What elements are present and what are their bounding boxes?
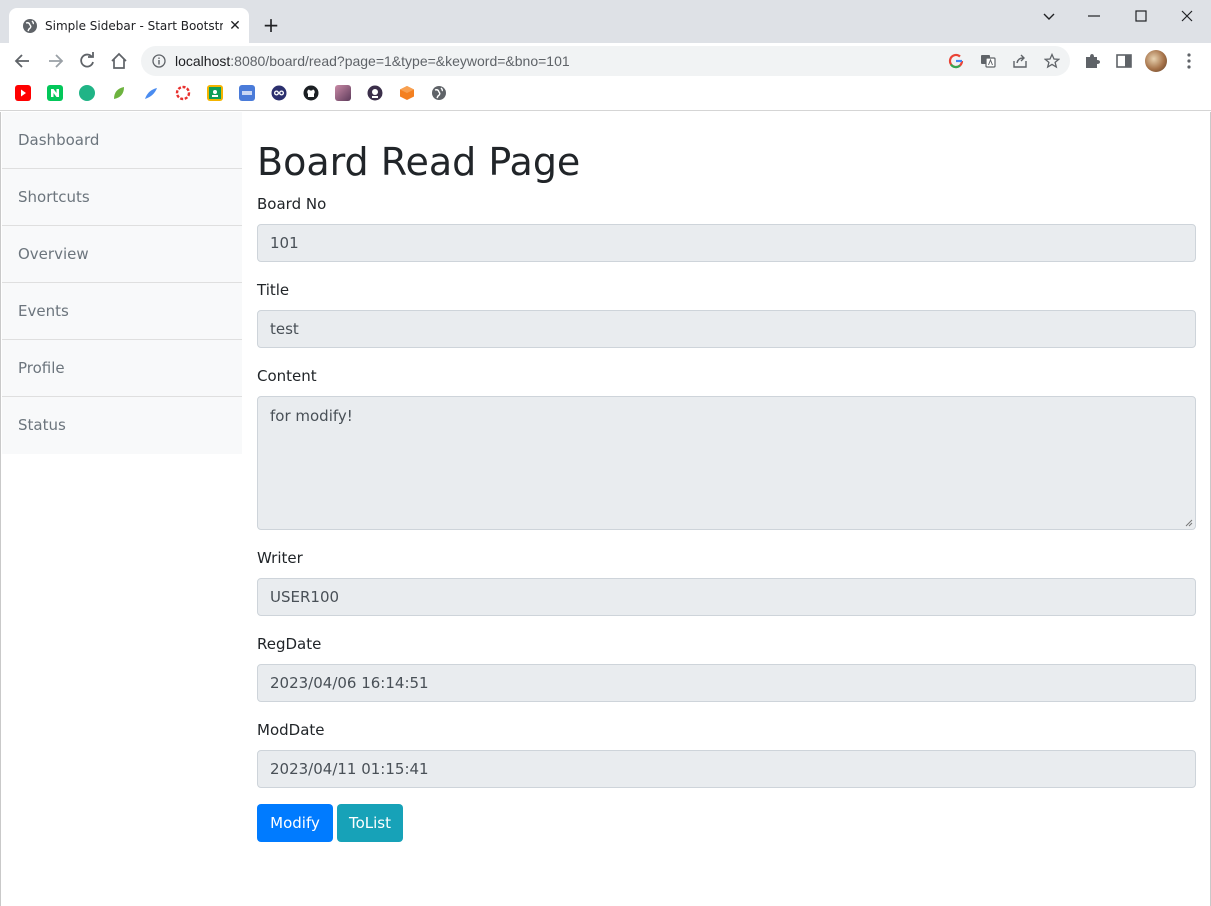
close-tab-icon[interactable]: ✕ (227, 18, 243, 34)
maximize-icon[interactable] (1131, 6, 1151, 26)
reload-icon[interactable] (77, 51, 97, 71)
red-ring-icon[interactable] (175, 85, 191, 101)
bookmark-star-icon[interactable] (1044, 53, 1060, 69)
translate-icon[interactable] (980, 53, 996, 69)
page-viewport: Dashboard Shortcuts Overview Events Prof… (0, 112, 1211, 906)
address-bar[interactable]: localhost:8080/board/read?page=1&type=&k… (141, 46, 1070, 76)
tab-search-chevron-icon[interactable] (1039, 6, 1059, 26)
tab-strip: Simple Sidebar - Start Bootstrap ✕ + (0, 0, 1211, 43)
moddate-label: ModDate (257, 721, 325, 739)
globe-icon[interactable] (431, 85, 447, 101)
sidebar: Dashboard Shortcuts Overview Events Prof… (2, 112, 242, 454)
url-text[interactable]: localhost:8080/board/read?page=1&type=&k… (175, 53, 570, 69)
browser-tab-active[interactable]: Simple Sidebar - Start Bootstrap ✕ (9, 8, 249, 43)
moddate-field[interactable]: 2023/04/11 01:15:41 (257, 750, 1196, 788)
github-icon[interactable] (303, 85, 319, 101)
owl-icon[interactable] (271, 85, 287, 101)
leaf-icon[interactable] (111, 85, 127, 101)
forward-arrow-icon[interactable] (45, 51, 65, 71)
sidebar-item-shortcuts[interactable]: Shortcuts (2, 169, 242, 226)
photo-icon[interactable] (335, 85, 351, 101)
extensions-puzzle-icon[interactable] (1083, 52, 1101, 70)
blue-feather-icon[interactable] (143, 85, 159, 101)
minimize-icon[interactable] (1084, 6, 1104, 26)
share-icon[interactable] (1012, 53, 1028, 69)
home-icon[interactable] (109, 51, 129, 71)
globe-icon (23, 19, 37, 33)
window-close-icon[interactable] (1177, 6, 1197, 26)
url-host: localhost (175, 53, 231, 69)
browser-toolbar: localhost:8080/board/read?page=1&type=&k… (0, 43, 1211, 79)
content-text: for modify! (270, 407, 353, 425)
3ds-icon[interactable] (79, 85, 95, 101)
blue-grid-icon[interactable] (239, 85, 255, 101)
profile-avatar[interactable] (1145, 50, 1167, 72)
title-field[interactable]: test (257, 310, 1196, 348)
regdate-field[interactable]: 2023/04/06 16:14:51 (257, 664, 1196, 702)
modify-button[interactable]: Modify (257, 804, 333, 842)
new-tab-icon[interactable]: + (259, 14, 283, 38)
board-no-label: Board No (257, 195, 327, 213)
back-arrow-icon[interactable] (13, 51, 33, 71)
sidebar-item-overview[interactable]: Overview (2, 226, 242, 283)
naver-icon[interactable] (47, 85, 63, 101)
url-path: :8080/board/read?page=1&type=&keyword=&b… (230, 53, 570, 69)
yellow-classroom-icon[interactable] (207, 85, 223, 101)
title-label: Title (257, 281, 290, 299)
youtube-icon[interactable] (15, 85, 31, 101)
sidebar-item-profile[interactable]: Profile (2, 340, 242, 397)
board-no-field[interactable]: 101 (257, 224, 1196, 262)
dark-avatar-icon[interactable] (367, 85, 383, 101)
regdate-label: RegDate (257, 635, 322, 653)
google-lens-icon[interactable] (948, 53, 964, 69)
content-textarea[interactable]: for modify! (257, 396, 1196, 530)
orange-box-icon[interactable] (399, 85, 415, 101)
writer-field[interactable]: USER100 (257, 578, 1196, 616)
bookmarks-bar (0, 79, 1211, 111)
sidebar-item-status[interactable]: Status (2, 397, 242, 454)
resize-handle-icon[interactable] (1185, 519, 1193, 527)
side-panel-icon[interactable] (1115, 52, 1133, 70)
writer-label: Writer (257, 549, 303, 567)
tab-title: Simple Sidebar - Start Bootstrap (45, 19, 223, 33)
tolist-button[interactable]: ToList (337, 804, 403, 842)
page-title: Board Read Page (257, 140, 581, 184)
sidebar-item-events[interactable]: Events (2, 283, 242, 340)
content-label: Content (257, 367, 317, 385)
site-info-icon[interactable] (152, 54, 166, 68)
sidebar-item-dashboard[interactable]: Dashboard (2, 112, 242, 169)
more-menu-icon[interactable] (1180, 52, 1198, 70)
